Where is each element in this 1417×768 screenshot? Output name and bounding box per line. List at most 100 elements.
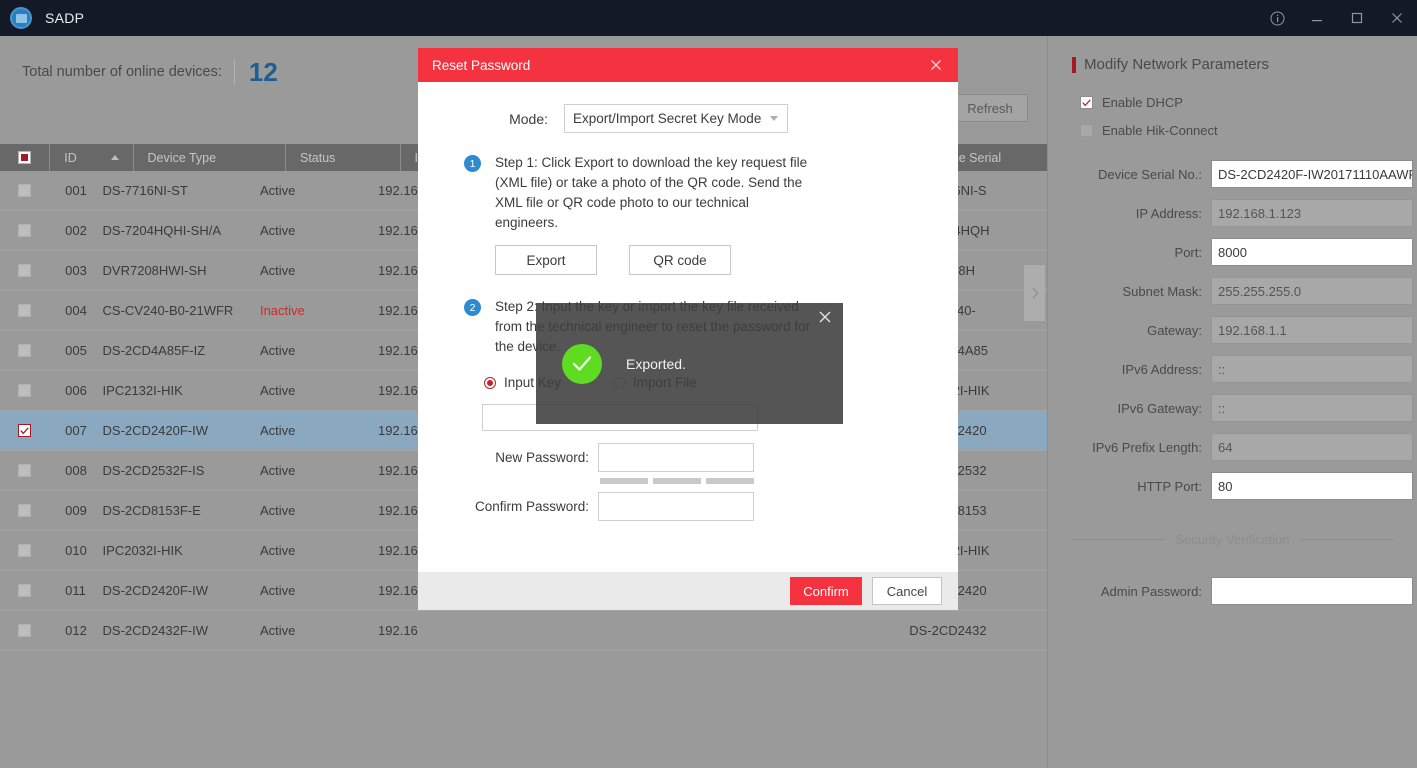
confirm-password-row: Confirm Password: — [418, 492, 958, 521]
enable-hik-connect-checkbox[interactable]: Enable Hik-Connect — [1080, 123, 1417, 138]
new-password-input[interactable] — [598, 443, 754, 472]
cell-id: 001 — [65, 183, 87, 198]
cell-device-type: IPC2032I-HIK — [102, 543, 183, 558]
sort-ascending-icon[interactable] — [98, 144, 132, 171]
checkbox-box — [18, 304, 31, 317]
total-devices-count: 12 — [248, 56, 278, 87]
field-label: Device Serial No.: — [1097, 166, 1202, 182]
cell-id: 004 — [65, 303, 87, 318]
row-checkbox[interactable] — [0, 624, 51, 637]
field-label: IPv6 Gateway: — [1117, 400, 1202, 416]
dialog-title: Reset Password — [432, 57, 531, 73]
checkbox-box — [18, 544, 31, 557]
mode-selected-value: Export/Import Secret Key Mode — [573, 111, 762, 126]
select-all-checkbox[interactable] — [0, 144, 49, 171]
mode-row: Mode: Export/Import Secret Key Mode — [418, 82, 958, 133]
enable-dhcp-label: Enable DHCP — [1102, 95, 1183, 110]
mode-select[interactable]: Export/Import Secret Key Mode — [564, 104, 788, 133]
close-icon[interactable] — [818, 310, 832, 328]
field-label: HTTP Port: — [1137, 478, 1202, 494]
strength-segment — [653, 478, 701, 484]
app-title: SADP — [45, 10, 85, 26]
row-checkbox[interactable] — [0, 224, 51, 237]
field-input[interactable]: DS-2CD2420F-IW20171110AAWR1 — [1211, 160, 1413, 188]
field-row: Device Serial No.: DS-2CD2420F-IW20171110… — [1048, 160, 1417, 188]
field-row: HTTP Port: 80 — [1048, 472, 1417, 500]
panel-title: Modify Network Parameters — [1072, 56, 1417, 73]
cell-status: Active — [259, 463, 296, 478]
cell-device-type: IPC2132I-HIK — [102, 383, 183, 398]
admin-password-row: Admin Password: — [1048, 577, 1417, 605]
row-checkbox[interactable] — [0, 584, 51, 597]
field-row: IPv6 Gateway::: — [1048, 394, 1417, 422]
checkbox-box — [18, 504, 31, 517]
cell-id: 006 — [65, 383, 87, 398]
checkbox-box — [18, 224, 31, 237]
export-button[interactable]: Export — [495, 245, 597, 275]
step-1-buttons: Export QR code — [495, 245, 958, 275]
table-row[interactable]: 012 DS-2CD2432F-IW Active 192.16 DS-2CD2432 — [0, 611, 1047, 651]
row-checkbox[interactable] — [0, 344, 51, 357]
column-header-status[interactable]: Status — [286, 144, 400, 171]
total-devices-label: Total number of online devices: — [22, 64, 222, 80]
cell-device-type: DS-2CD2420F-IW — [102, 423, 209, 438]
checkbox-box — [18, 424, 31, 437]
new-password-row: New Password: — [418, 443, 958, 472]
field-row: IPv6 Prefix Length: 64 — [1048, 433, 1417, 461]
cell-device-type: DS-7716NI-ST — [102, 183, 188, 198]
field-row: IP Address: 192.168.1.123 — [1048, 199, 1417, 227]
cell-id: 005 — [65, 343, 87, 358]
row-checkbox[interactable] — [0, 544, 51, 557]
field-label: IPv6 Prefix Length: — [1092, 439, 1202, 455]
qr-code-button[interactable]: QR code — [629, 245, 731, 275]
row-checkbox[interactable] — [0, 424, 51, 437]
panel-collapse-toggle[interactable] — [1024, 265, 1045, 321]
column-header-id[interactable]: ID — [50, 144, 98, 171]
security-verification-divider: Security Verification — [1072, 532, 1394, 547]
row-checkbox[interactable] — [0, 264, 51, 277]
title-bar: SADP — [0, 0, 1417, 36]
close-icon[interactable] — [1377, 0, 1417, 36]
minimize-icon[interactable] — [1297, 0, 1337, 36]
enable-hik-connect-label: Enable Hik-Connect — [1102, 123, 1218, 138]
row-checkbox[interactable] — [0, 304, 51, 317]
cell-status: Active — [259, 543, 296, 558]
field-input[interactable]: 80 — [1211, 472, 1413, 500]
confirm-button[interactable]: Confirm — [790, 577, 862, 605]
cell-device-type: CS-CV240-B0-21WFR — [102, 303, 234, 318]
cell-status: Active — [259, 183, 296, 198]
field-row: Subnet Mask: 255.255.255.0 — [1048, 277, 1417, 305]
info-icon[interactable] — [1257, 0, 1297, 36]
cell-id: 012 — [65, 623, 87, 638]
field-row: IPv6 Address::: — [1048, 355, 1417, 383]
column-header-device-type[interactable]: Device Type — [134, 144, 286, 171]
cell-status: Active — [259, 343, 296, 358]
row-checkbox[interactable] — [0, 184, 51, 197]
cell-status: Active — [259, 383, 296, 398]
toast-notification: Exported. — [536, 303, 843, 424]
maximize-icon[interactable] — [1337, 0, 1377, 36]
confirm-password-input[interactable] — [598, 492, 754, 521]
field-row: Gateway: 192.168.1.1 — [1048, 316, 1417, 344]
cell-status: Active — [259, 583, 296, 598]
admin-password-label: Admin Password: — [1100, 583, 1202, 599]
field-input: 192.168.1.1 — [1211, 316, 1413, 344]
cancel-button[interactable]: Cancel — [872, 577, 942, 605]
close-icon[interactable] — [924, 48, 948, 82]
checkbox-box — [18, 624, 31, 637]
refresh-button[interactable]: Refresh — [952, 94, 1028, 122]
row-checkbox[interactable] — [0, 384, 51, 397]
row-checkbox[interactable] — [0, 464, 51, 477]
toast-message: Exported. — [626, 355, 686, 372]
admin-password-input[interactable] — [1211, 577, 1413, 605]
field-input[interactable]: 8000 — [1211, 238, 1413, 266]
input-key-radio[interactable] — [484, 376, 496, 389]
cell-device-type: DS-2CD8153F-E — [102, 503, 201, 518]
strength-segment — [706, 478, 754, 484]
enable-dhcp-checkbox[interactable]: Enable DHCP — [1080, 95, 1417, 110]
cell-status: Active — [259, 423, 296, 438]
row-checkbox[interactable] — [0, 504, 51, 517]
cell-status: Inactive — [259, 303, 305, 318]
field-input: :: — [1211, 394, 1413, 422]
cell-device-type: DS-2CD2432F-IW — [102, 623, 209, 638]
